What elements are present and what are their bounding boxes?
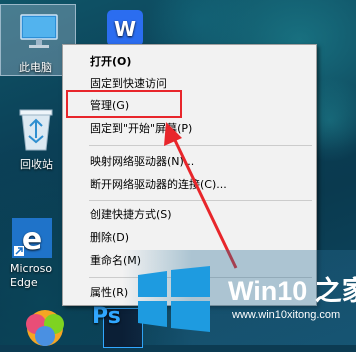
watermark-title: Win10 之家 xyxy=(228,276,356,306)
wps-icon: W xyxy=(107,10,143,46)
desktop-icon-label: 回收站 xyxy=(20,158,53,171)
watermark: Win10 之家 www.win10xitong.com xyxy=(122,250,356,345)
highlight-box xyxy=(66,90,182,118)
watermark-url: www.win10xitong.com xyxy=(232,309,341,321)
photoshop-label: Ps xyxy=(92,304,121,329)
desktop-icon-photos[interactable] xyxy=(10,306,80,350)
edge-label-line2: Edge xyxy=(10,276,38,289)
windows-logo-icon xyxy=(138,266,210,332)
menu-separator xyxy=(89,145,312,146)
recycle-bin-icon xyxy=(19,109,53,151)
edge-label-line1: Microso xyxy=(10,262,53,275)
computer-icon xyxy=(20,14,58,48)
menu-item-open[interactable]: 打开(O) xyxy=(63,51,316,73)
menu-item-map-network-drive[interactable]: 映射网络驱动器(N)... xyxy=(63,151,316,173)
desktop-icon-label: 此电脑 xyxy=(19,61,52,74)
menu-separator xyxy=(89,200,312,201)
photos-icon xyxy=(26,310,64,346)
edge-icon: e xyxy=(12,218,52,258)
desktop-icon-label: Microso Edge xyxy=(10,262,52,290)
menu-item-delete[interactable]: 删除(D) xyxy=(63,227,316,249)
menu-item-disconnect-network-drive[interactable]: 断开网络驱动器的连接(C)... xyxy=(63,174,316,196)
svg-text:W: W xyxy=(114,17,136,41)
menu-item-create-shortcut[interactable]: 创建快捷方式(S) xyxy=(63,204,316,226)
svg-text:e: e xyxy=(22,222,42,257)
menu-item-pin-start[interactable]: 固定到"开始"屏幕(P) xyxy=(63,118,316,140)
